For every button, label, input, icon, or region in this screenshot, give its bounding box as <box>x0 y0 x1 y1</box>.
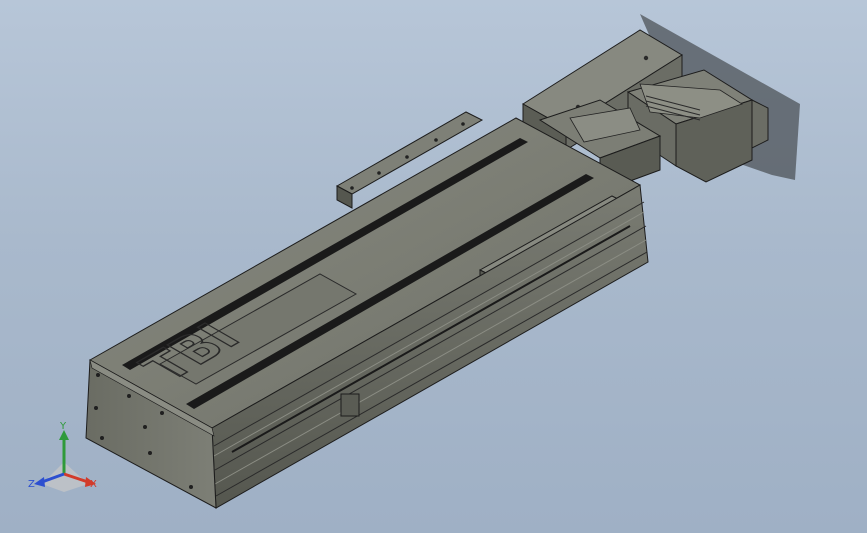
cad-viewport[interactable]: TBI Y X Z <box>0 0 867 533</box>
linear-actuator-model[interactable]: TBI Y X Z <box>0 0 867 533</box>
y-axis-label: Y <box>59 421 67 432</box>
sensor-bracket[interactable] <box>340 393 360 417</box>
x-axis-label: X <box>90 479 97 490</box>
z-axis-label: Z <box>28 479 35 490</box>
